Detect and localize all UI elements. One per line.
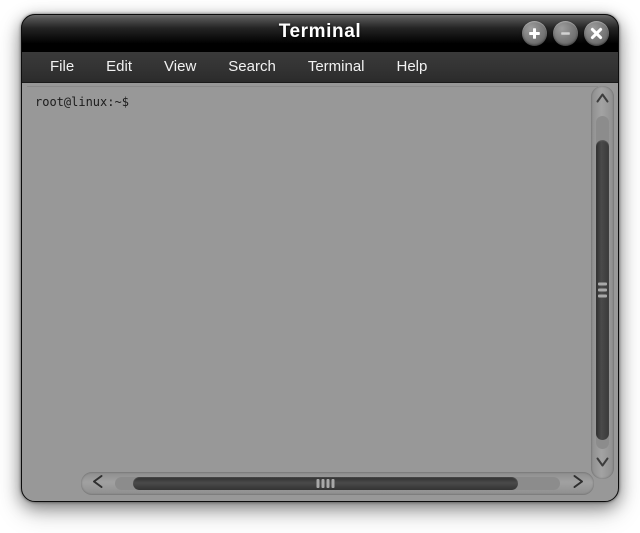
vertical-thumb-grip-icon	[598, 282, 607, 298]
chevron-right-icon	[568, 473, 587, 495]
chevron-down-icon	[594, 453, 611, 475]
chevron-left-icon	[89, 473, 108, 495]
vertical-scrollbar[interactable]	[591, 86, 614, 479]
plus-icon	[527, 26, 542, 41]
scroll-left-button[interactable]	[83, 472, 113, 495]
terminal-output-area[interactable]: root@linux:~$	[27, 86, 598, 468]
vertical-scroll-thumb[interactable]	[596, 140, 609, 440]
menu-item-terminal[interactable]: Terminal	[295, 56, 378, 78]
menubar: File Edit View Search Terminal Help	[21, 52, 619, 83]
close-icon	[589, 26, 604, 41]
menu-item-help[interactable]: Help	[384, 56, 441, 78]
menu-item-edit[interactable]: Edit	[93, 56, 145, 78]
screenshot-stage: Terminal File Edit View Search Terminal …	[0, 0, 640, 533]
vertical-scroll-track[interactable]	[596, 116, 609, 449]
scroll-right-button[interactable]	[562, 472, 592, 495]
horizontal-thumb-grip-icon	[316, 479, 335, 488]
minus-icon	[558, 26, 573, 41]
window-titlebar[interactable]: Terminal	[21, 14, 619, 52]
terminal-window: Terminal File Edit View Search Terminal …	[21, 14, 619, 502]
terminal-prompt-line: root@linux:~$	[35, 95, 129, 109]
window-body: root@linux:~$	[21, 83, 619, 502]
chevron-up-icon	[594, 90, 611, 112]
menu-item-file[interactable]: File	[37, 56, 87, 78]
maximize-button[interactable]	[522, 21, 547, 46]
horizontal-scroll-thumb[interactable]	[133, 477, 518, 490]
minimize-button[interactable]	[553, 21, 578, 46]
horizontal-scroll-track[interactable]	[115, 477, 560, 490]
close-button[interactable]	[584, 21, 609, 46]
menu-item-search[interactable]: Search	[215, 56, 289, 78]
horizontal-scrollbar[interactable]	[81, 472, 594, 495]
scroll-up-button[interactable]	[591, 88, 614, 114]
menu-item-view[interactable]: View	[151, 56, 209, 78]
window-controls	[522, 21, 609, 46]
scroll-down-button[interactable]	[591, 451, 614, 477]
